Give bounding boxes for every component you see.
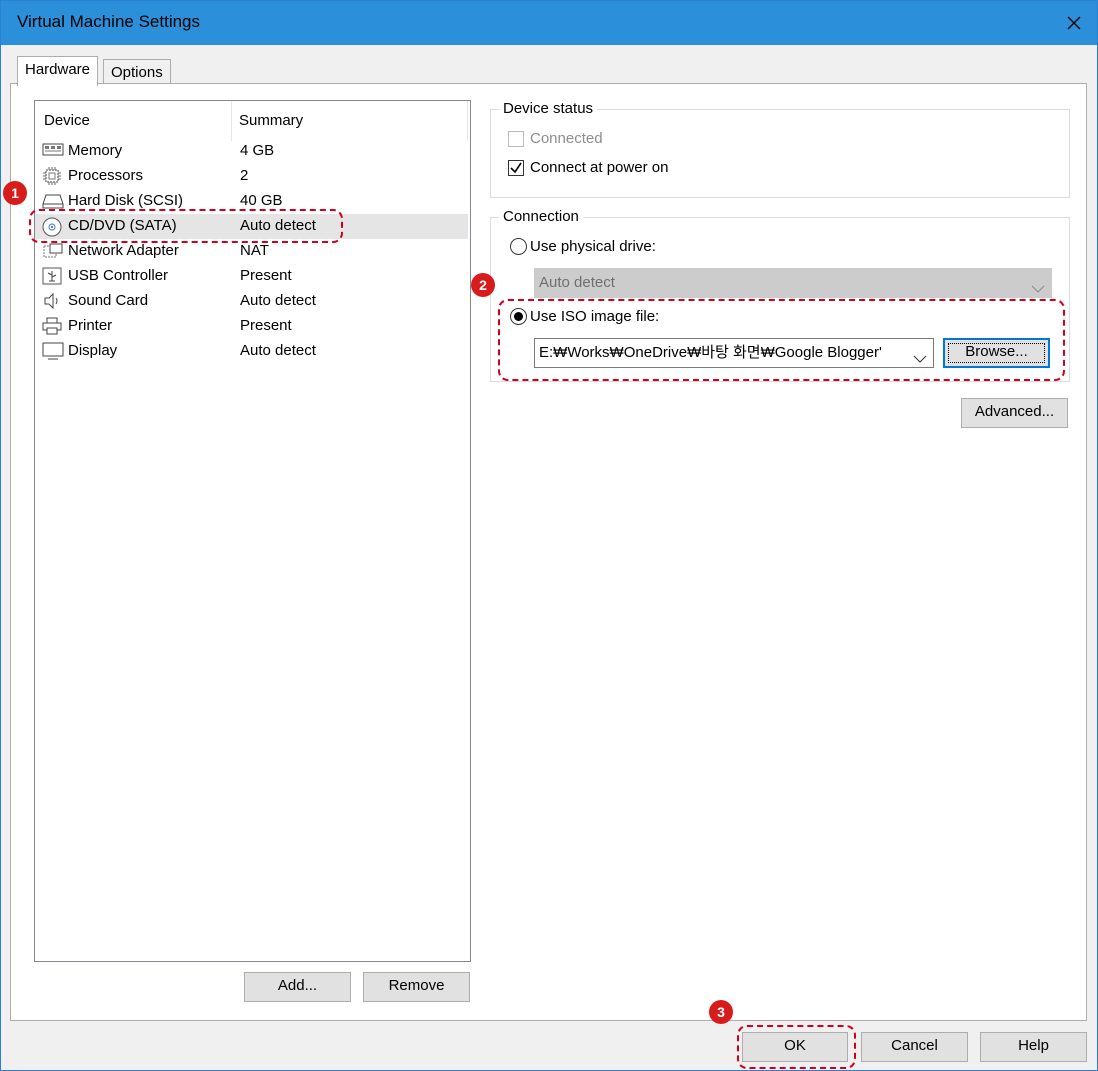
physical-drive-value: Auto detect [539,274,615,291]
hard-disk-icon [42,192,64,210]
iso-path-select[interactable]: E:₩Works₩OneDrive₩바탕 화면₩Google Blogger' [534,338,934,368]
column-header-summary[interactable]: Summary [239,112,303,129]
device-row-sound-card[interactable]: Sound Card Auto detect [35,289,468,314]
device-summary: Present [240,267,292,284]
tab-hardware[interactable]: Hardware [17,56,99,86]
step-marker-3: 3 [709,1000,733,1024]
connected-checkbox[interactable] [508,131,524,147]
checkmark-icon [510,162,522,174]
processor-icon [42,167,62,185]
printer-icon [42,317,62,335]
connection-legend: Connection [499,208,583,225]
chevron-down-icon [913,346,927,374]
device-name: CD/DVD (SATA) [68,217,177,234]
chevron-down-icon [1031,276,1045,304]
advanced-button[interactable]: Advanced... [961,398,1068,428]
device-name: Memory [68,142,123,159]
column-header-device[interactable]: Device [44,112,90,129]
device-summary: Present [240,317,292,334]
use-iso-image-radio[interactable] [510,308,527,325]
cd-dvd-icon [42,217,62,237]
browse-button[interactable]: Browse... [943,338,1050,368]
device-row-network-adapter[interactable]: Network Adapter NAT [35,239,468,264]
device-summary: Auto detect [240,217,316,234]
device-summary: 40 GB [240,192,283,209]
help-button-label: Help [1018,1037,1049,1054]
device-row-display[interactable]: Display Auto detect [35,339,468,364]
device-summary: 2 [240,167,249,184]
device-list[interactable]: Device Summary Memory 4 GB Processors 2 … [34,100,471,962]
use-physical-drive-radio[interactable] [510,238,527,255]
device-name: USB Controller [68,267,169,284]
device-row-memory[interactable]: Memory 4 GB [35,139,468,164]
device-name: Hard Disk (SCSI) [68,192,184,209]
cancel-button[interactable]: Cancel [861,1032,968,1062]
device-row-cd-dvd[interactable]: CD/DVD (SATA) Auto detect [35,214,468,239]
remove-device-button[interactable]: Remove [363,972,470,1002]
device-summary: Auto detect [240,292,316,309]
window-title: Virtual Machine Settings [17,12,201,31]
help-button[interactable]: Help [980,1032,1087,1062]
device-row-usb-controller[interactable]: USB Controller Present [35,264,468,289]
connected-label: Connected [530,130,603,147]
device-status-group: Device status [490,100,1070,198]
device-row-hard-disk[interactable]: Hard Disk (SCSI) 40 GB [35,189,468,214]
ok-button[interactable]: OK [742,1032,848,1062]
physical-drive-select[interactable]: Auto detect [534,268,1052,298]
sound-card-icon [42,292,62,310]
iso-path-value: E:₩Works₩OneDrive₩바탕 화면₩Google Blogger' [539,344,882,361]
step-marker-2: 2 [471,273,495,297]
device-name: Processors [68,167,144,184]
cancel-button-label: Cancel [891,1037,938,1054]
connect-at-power-on-label: Connect at power on [530,159,669,176]
use-iso-image-label: Use ISO image file: [530,308,660,325]
device-name: Display [68,342,118,359]
step-marker-1: 1 [3,181,27,205]
device-status-legend: Device status [499,100,598,117]
vm-settings-window: Virtual Machine Settings Hardware Option… [0,0,1098,1071]
use-physical-drive-label: Use physical drive: [530,238,656,255]
device-row-printer[interactable]: Printer Present [35,314,468,339]
remove-button-label: Remove [388,977,445,994]
device-row-processors[interactable]: Processors 2 [35,164,468,189]
add-device-button[interactable]: Add... [244,972,351,1002]
device-summary: Auto detect [240,342,316,359]
device-list-header: Device Summary [35,101,470,141]
add-button-label: Add... [277,977,318,994]
memory-icon [42,142,64,160]
usb-icon [42,267,62,285]
close-icon[interactable] [1051,1,1097,45]
advanced-button-label: Advanced... [974,403,1055,420]
connect-at-power-on-checkbox[interactable] [508,160,524,176]
tab-options[interactable]: Options [103,59,171,85]
device-summary: 4 GB [240,142,275,159]
network-adapter-icon [42,242,63,260]
device-summary: NAT [240,242,269,259]
device-name: Sound Card [68,292,149,309]
tab-hardware-label: Hardware [25,61,91,78]
title-bar: Virtual Machine Settings [1,1,1097,45]
device-name: Network Adapter [68,242,179,259]
ok-button-label: OK [784,1037,806,1054]
tab-options-label: Options [111,64,163,81]
display-icon [42,342,64,360]
device-name: Printer [68,317,113,334]
